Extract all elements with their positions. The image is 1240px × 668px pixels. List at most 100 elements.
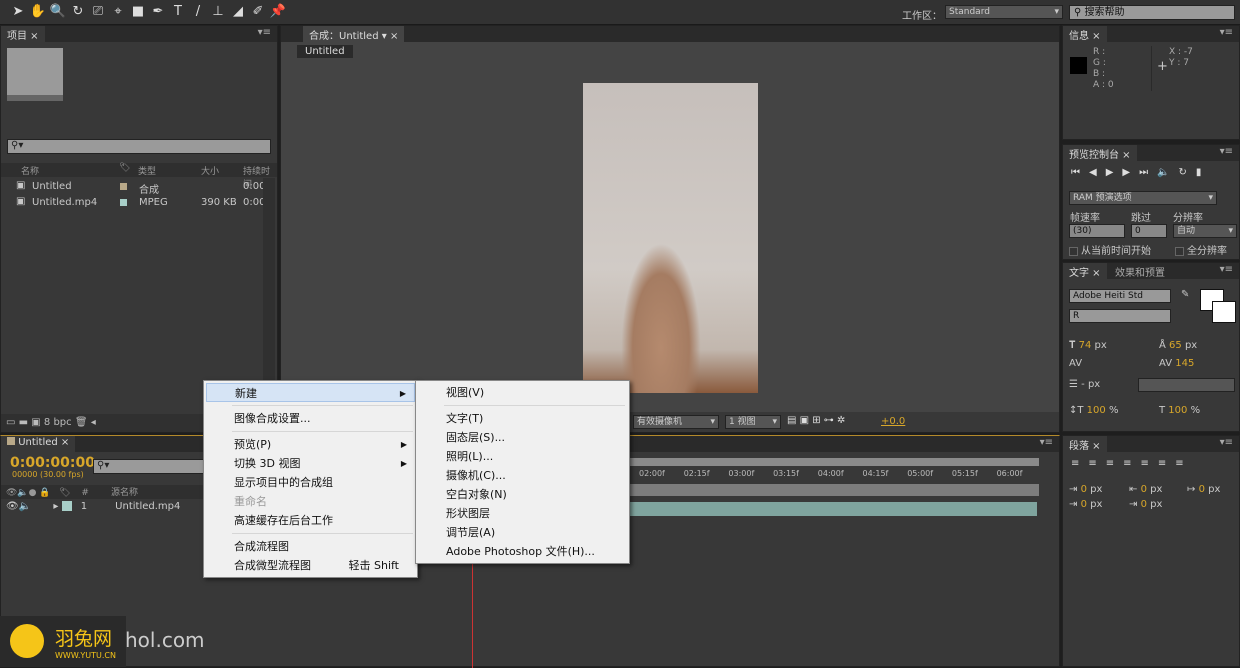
rectangle-icon[interactable]: ■ xyxy=(128,4,148,19)
project-scrollbar[interactable] xyxy=(263,178,275,414)
menu-item[interactable]: 合成微型流程图 轻击 Shift xyxy=(206,556,415,575)
eraser-icon[interactable]: ◢ xyxy=(228,4,248,19)
clone-stamp-icon[interactable]: ⊥ xyxy=(208,4,228,19)
workspace-select[interactable]: Standard ▾ xyxy=(945,5,1063,19)
project-item[interactable]: ▣ Untitled.mp4 MPEG 390 KB 0:00 xyxy=(1,195,265,211)
menu-item[interactable]: 预览(P) ▶ xyxy=(206,435,415,454)
submenu-item[interactable]: 视图(V) xyxy=(418,383,627,402)
trash-icon[interactable]: 🗑 xyxy=(75,417,88,428)
brush-icon[interactable]: / xyxy=(188,4,208,19)
alignment-buttons[interactable]: ≡≡≡≡≡≡≡ xyxy=(1071,458,1193,469)
video-frame xyxy=(583,83,758,393)
col-name[interactable]: 名称 xyxy=(21,164,39,177)
hand-icon[interactable]: ✋ xyxy=(28,4,48,19)
col-type[interactable]: 类型 xyxy=(138,164,156,177)
res-select[interactable]: 自动 ▾ xyxy=(1173,224,1237,238)
new-comp-icon[interactable]: ▣ xyxy=(31,417,40,428)
project-item[interactable]: ▣ Untitled 合成 0:00 xyxy=(1,179,265,196)
tab-character[interactable]: 文字 × xyxy=(1063,263,1107,279)
stroke-type-select[interactable] xyxy=(1138,378,1235,392)
camera-orbit-icon[interactable]: ⎚ xyxy=(88,4,108,19)
new-folder-icon[interactable]: ▬ xyxy=(19,417,28,428)
font-size-field[interactable]: 𝐓 74 px xyxy=(1069,337,1107,355)
menu-separator xyxy=(444,405,625,406)
tab-timeline[interactable]: Untitled × xyxy=(1,436,76,452)
leading-field[interactable]: Å 65 px xyxy=(1159,337,1197,355)
tab-paragraph[interactable]: 段落 × xyxy=(1063,436,1107,452)
frame-rate: 00000 (30.00 fps) xyxy=(12,470,84,479)
submenu-item[interactable]: 摄像机(C)... xyxy=(418,466,627,485)
submenu-item[interactable]: 照明(L)... xyxy=(418,447,627,466)
comp-breadcrumb[interactable]: Untitled xyxy=(297,45,353,58)
info-panel: 信息 × ▾≡ R :G :B :A : 0 + X : -7 Y : 7 xyxy=(1062,25,1240,140)
project-search-input[interactable]: ⚲▾ xyxy=(7,139,271,154)
submenu-item[interactable]: 固态层(S)... xyxy=(418,428,627,447)
tab-preview[interactable]: 预览控制台 × xyxy=(1063,145,1137,161)
submenu-item[interactable]: Adobe Photoshop 文件(H)... xyxy=(418,542,627,561)
menu-separator xyxy=(232,405,413,406)
font-family-select[interactable]: Adobe Heiti Std xyxy=(1069,289,1171,303)
view-options-icons[interactable]: ▤ ▣ ⊞ ⊶ ✲ xyxy=(787,415,845,426)
menu-item[interactable]: 高速缓存在后台工作 xyxy=(206,511,415,530)
timeline-search-input[interactable]: ⚲▾ xyxy=(93,459,208,474)
roto-brush-icon[interactable]: ✐ xyxy=(248,4,268,19)
exposure-value[interactable]: +0.0 xyxy=(881,416,905,427)
pan-behind-icon[interactable]: ⌖ xyxy=(108,4,128,19)
indent-left: ⇥ 0 px xyxy=(1069,484,1103,495)
submenu-item[interactable]: 空白对象(N) xyxy=(418,485,627,504)
skip-select[interactable]: 0 xyxy=(1131,224,1167,238)
time-tick: 02:00f xyxy=(639,469,665,478)
menu-item[interactable]: 合成流程图 xyxy=(206,537,415,556)
fps-select[interactable]: (30) xyxy=(1069,224,1125,238)
col-size[interactable]: 大小 xyxy=(201,164,219,177)
stroke-width-field[interactable]: ☰ - px xyxy=(1069,379,1100,390)
puppet-pin-icon[interactable]: 📌 xyxy=(268,4,288,19)
time-tick: 02:15f xyxy=(683,469,710,478)
project-panel: 项目 × ▾≡ ⚲▾ 名称 🏷 类型 大小 持续时间 ▣ Untitled 合成 0:0… xyxy=(0,25,278,433)
submenu-item[interactable]: 调节层(A) xyxy=(418,523,627,542)
time-tick: 06:00f xyxy=(996,469,1023,478)
kerning-field[interactable]: AV xyxy=(1069,355,1107,373)
pen-icon[interactable]: ✒ xyxy=(148,4,168,19)
vertical-scale-field[interactable]: ↕T 100 % xyxy=(1069,405,1118,416)
tab-composition[interactable]: 合成：Untitled ▾ × xyxy=(303,26,405,42)
interpret-footage-icon[interactable]: ▭ xyxy=(6,417,15,428)
full-res-checkbox[interactable]: 全分辨率 xyxy=(1175,242,1227,257)
menu-separator xyxy=(232,431,413,432)
submenu-item[interactable]: 文字(T) xyxy=(418,409,627,428)
menu-item[interactable]: 切换 3D 视图 ▶ xyxy=(206,454,415,473)
submenu-item[interactable]: 形状图层 xyxy=(418,504,627,523)
text-icon[interactable]: T xyxy=(168,4,188,19)
panel-menu-icon[interactable]: ▾≡ xyxy=(258,27,271,38)
menu-item[interactable]: 重命名 xyxy=(206,492,415,511)
tab-info[interactable]: 信息 × xyxy=(1063,26,1107,42)
camera-select[interactable]: 有效摄像机 ▾ xyxy=(633,415,719,429)
eyedropper-icon[interactable]: ✎ xyxy=(1181,289,1189,300)
info-b: B : xyxy=(1093,69,1106,79)
rotate-icon[interactable]: ↻ xyxy=(68,4,88,19)
from-current-checkbox[interactable]: 从当前时间开始 xyxy=(1069,242,1151,257)
views-select[interactable]: 1 视图 ▾ xyxy=(725,415,781,429)
search-help-input[interactable]: ⚲ 搜索帮助 xyxy=(1069,5,1235,20)
tracking-field[interactable]: AV 145 xyxy=(1159,355,1197,373)
submenu-arrow-icon: ▶ xyxy=(399,389,406,398)
menu-item[interactable]: 图像合成设置... xyxy=(206,409,415,428)
file-icon: ▣ xyxy=(16,180,26,191)
current-time[interactable]: 0:00:00:00 xyxy=(10,455,95,471)
horizontal-scale-field[interactable]: T 100 % xyxy=(1159,405,1200,416)
playback-controls[interactable]: ⏮◀▶▶⏭🔈↻▮ xyxy=(1071,167,1210,178)
stroke-color-swatch[interactable] xyxy=(1212,301,1236,323)
ram-preview-select[interactable]: RAM 预演选项 ▾ xyxy=(1069,191,1217,205)
workspace-label: 工作区： xyxy=(902,11,942,22)
font-style-select[interactable]: R xyxy=(1069,309,1171,323)
selection-icon[interactable]: ➤ xyxy=(8,4,28,19)
menu-item[interactable]: 显示项目中的合成组 xyxy=(206,473,415,492)
time-tick: 03:00f xyxy=(728,469,755,478)
skip-label: 跳过 xyxy=(1131,213,1151,224)
tab-effects-presets[interactable]: 效果和预置 xyxy=(1109,263,1171,279)
menu-item[interactable]: 新建 ▶ xyxy=(206,383,415,402)
tab-project[interactable]: 项目 × xyxy=(1,26,45,42)
zoom-icon[interactable]: 🔍 xyxy=(48,4,68,19)
bpc-button[interactable]: 8 bpc xyxy=(44,417,72,428)
info-y: Y : 7 xyxy=(1169,58,1189,68)
